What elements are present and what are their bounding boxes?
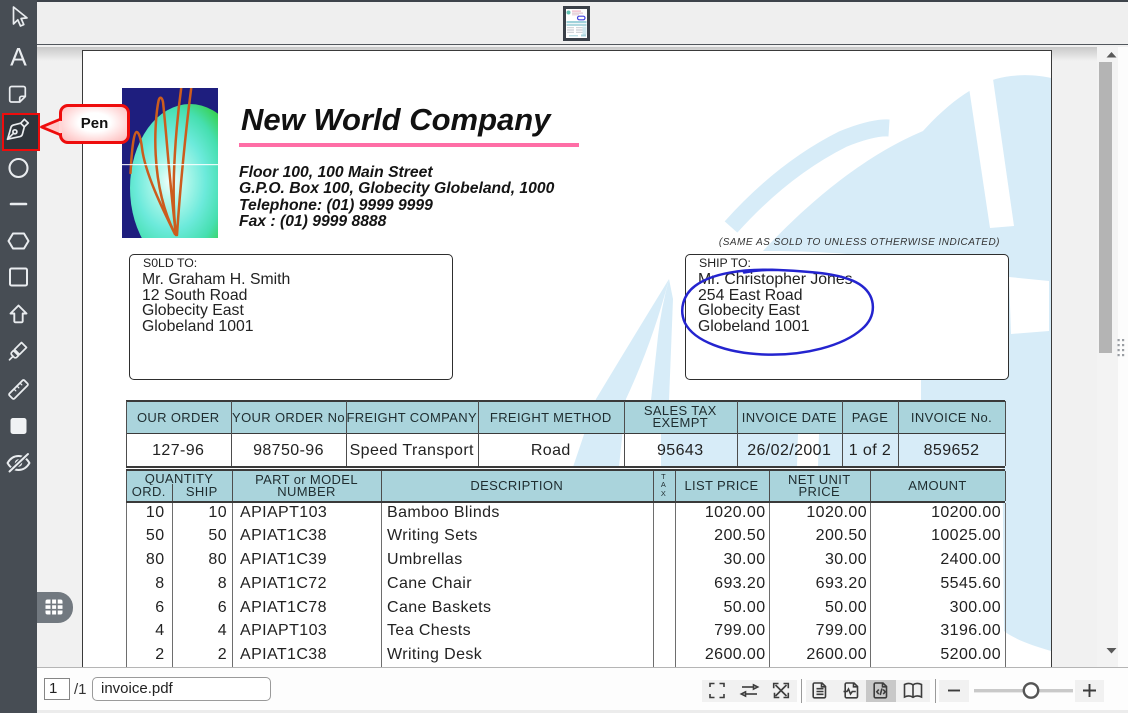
svg-text:A: A <box>10 44 27 72</box>
